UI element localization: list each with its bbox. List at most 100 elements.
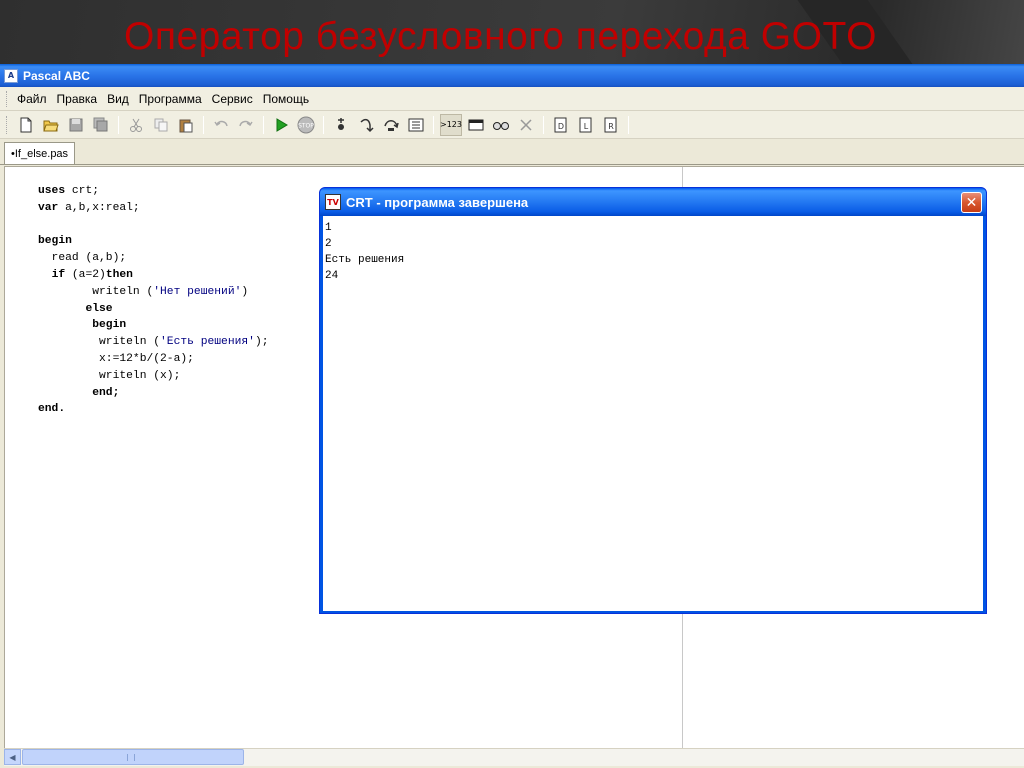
window-button[interactable]: [465, 114, 487, 136]
new-file-button[interactable]: [15, 114, 37, 136]
toolbar-separator: [323, 115, 324, 134]
code-line: var a,b,x:real;: [38, 200, 269, 217]
paste-button[interactable]: [175, 114, 197, 136]
code-keyword: if: [51, 268, 66, 281]
svg-text:D: D: [558, 122, 564, 131]
scrollbar-grip-icon: [127, 754, 135, 761]
close-debug-button[interactable]: [515, 114, 537, 136]
code-line: else: [38, 301, 269, 318]
code-token: writeln (: [38, 336, 161, 349]
app-title: Pascal ABC: [23, 68, 90, 83]
menu-program[interactable]: Программа: [135, 92, 206, 106]
document-r-icon: R: [604, 117, 617, 132]
watch-button[interactable]: [405, 114, 427, 136]
code-line: uses crt;: [38, 183, 269, 200]
menu-file[interactable]: Файл: [13, 92, 51, 106]
toolbar-separator: [203, 115, 204, 134]
undo-button[interactable]: [210, 114, 232, 136]
code-string: 'Нет решений': [153, 285, 242, 298]
glasses-button[interactable]: [490, 114, 512, 136]
output-line: 24: [325, 270, 339, 282]
doc-r-button[interactable]: R: [600, 114, 622, 136]
code-token: x:=12*b/(2-a);: [38, 352, 194, 365]
code-line: writeln (x);: [38, 368, 269, 385]
menu-bar: Файл Правка Вид Программа Сервис Помощь: [0, 87, 1024, 111]
scissors-icon: [130, 118, 142, 132]
close-icon: ✕: [965, 194, 978, 211]
toolbar-separator: [543, 115, 544, 134]
crt-titlebar[interactable]: TV CRT - программа завершена ✕: [320, 188, 986, 216]
copy-button[interactable]: [150, 114, 172, 136]
toolbar-separator: [118, 115, 119, 134]
code-token: );: [254, 336, 269, 349]
horizontal-scrollbar[interactable]: ◀: [4, 748, 1024, 766]
crt-app-icon: TV: [325, 194, 341, 210]
toggle-breakpoint-button[interactable]: [330, 114, 352, 136]
code-line: end;: [38, 385, 269, 402]
menu-view[interactable]: Вид: [103, 92, 133, 106]
output-line: 2: [325, 238, 332, 250]
menu-edit[interactable]: Правка: [53, 92, 102, 106]
code-keyword: end;: [92, 386, 120, 399]
paste-icon: [179, 119, 193, 132]
open-file-button[interactable]: [40, 114, 62, 136]
close-x-icon: [520, 118, 532, 131]
save-icon: [69, 118, 83, 131]
code-text: uses crt; var a,b,x:real; begin read (a,b…: [38, 183, 269, 418]
menu-help[interactable]: Помощь: [259, 92, 313, 106]
code-keyword: begin: [85, 319, 127, 332]
breakpoint-icon: [338, 117, 344, 130]
svg-text:STOP: STOP: [298, 122, 314, 129]
svg-text:R: R: [608, 122, 614, 131]
crt-output-window: TV CRT - программа завершена ✕ 1 2 Есть …: [319, 187, 987, 614]
close-button[interactable]: ✕: [961, 192, 982, 213]
crt-window-title: CRT - программа завершена: [346, 194, 529, 210]
menu-service[interactable]: Сервис: [208, 92, 257, 106]
step-over-button[interactable]: [380, 114, 402, 136]
toolbar-separator: [433, 115, 434, 134]
menubar-grip: [6, 90, 9, 107]
run-button[interactable]: [270, 114, 292, 136]
code-line: writeln ('Есть решения');: [38, 334, 269, 351]
toolbar: STOP >123 D L R: [0, 111, 1024, 139]
cut-button[interactable]: [125, 114, 147, 136]
scrollbar-thumb[interactable]: [22, 749, 244, 765]
stop-button[interactable]: STOP: [295, 114, 317, 136]
toolbar-grip: [6, 115, 9, 134]
code-keyword: uses: [38, 185, 66, 197]
code-line: read (a,b);: [38, 250, 269, 267]
run-icon: [276, 117, 288, 132]
pascal-abc-icon: A: [4, 68, 18, 83]
glasses-icon: [493, 121, 509, 130]
redo-button[interactable]: [235, 114, 257, 136]
output-button-label: >123: [440, 120, 462, 129]
crt-output-area: 1 2 Есть решения 24: [323, 216, 983, 611]
doc-d-button[interactable]: D: [550, 114, 572, 136]
code-token: ): [241, 285, 249, 298]
save-all-icon: [93, 117, 108, 131]
code-token: read (a,b);: [38, 252, 127, 265]
code-token: writeln (: [38, 285, 154, 298]
code-token: (a=2): [65, 268, 106, 281]
code-string: 'Есть решения': [160, 336, 255, 349]
code-line: if (a=2)then: [38, 267, 269, 284]
tab-if-else-pas[interactable]: •If_else.pas: [4, 142, 76, 164]
step-into-button[interactable]: [355, 114, 377, 136]
code-token: crt;: [65, 185, 100, 197]
save-button[interactable]: [65, 114, 87, 136]
window-icon: [468, 119, 484, 130]
doc-l-button[interactable]: L: [575, 114, 597, 136]
watch-list-icon: [408, 118, 424, 131]
toolbar-separator: [263, 115, 264, 134]
scroll-left-button[interactable]: ◀: [4, 749, 21, 765]
step-into-icon: [360, 118, 374, 132]
output-window-button[interactable]: >123: [440, 113, 462, 136]
svg-text:L: L: [584, 122, 589, 131]
app-titlebar[interactable]: A Pascal ABC: [0, 64, 1024, 87]
code-line: begin: [38, 233, 269, 250]
code-line: end.: [38, 401, 269, 418]
save-all-button[interactable]: [90, 114, 112, 136]
code-keyword: end.: [38, 403, 66, 416]
